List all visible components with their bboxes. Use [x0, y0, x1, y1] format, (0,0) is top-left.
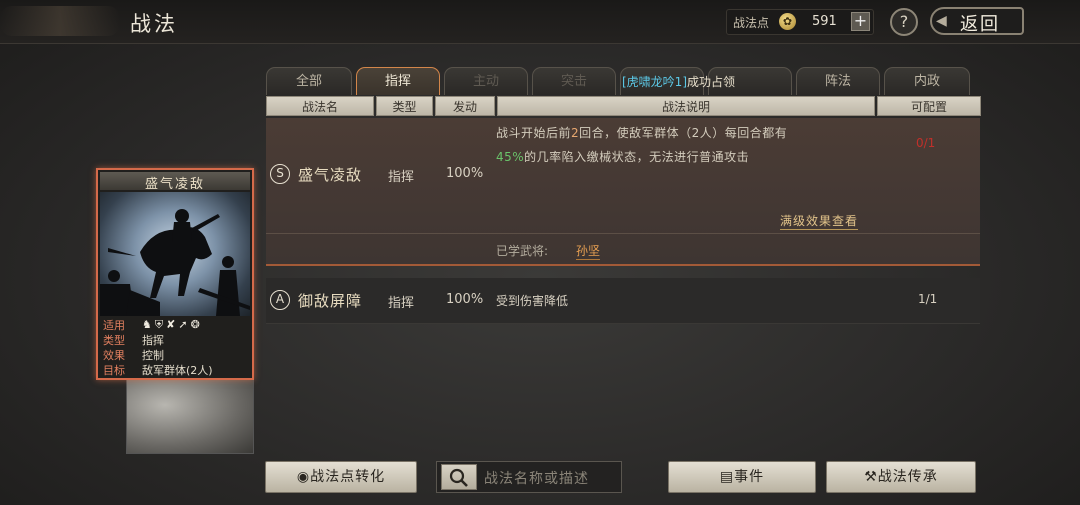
broadcast-alliance-name: [虎啸龙吟1] — [622, 75, 687, 89]
card-title: 盛气凌敌 — [144, 177, 205, 192]
cavalry-silhouette-art — [100, 209, 250, 316]
configurable-count: 1/1 — [918, 292, 938, 306]
learned-general-link[interactable]: 孙坚 — [576, 242, 601, 260]
search-button[interactable] — [441, 464, 477, 490]
convert-points-button[interactable]: ◉战法点转化 — [265, 461, 417, 493]
tab-internal-affairs[interactable]: 内政 — [884, 67, 970, 95]
card-info-type: 类型 指挥 — [103, 334, 164, 347]
help-button[interactable]: ? — [890, 8, 918, 36]
card-info-target: 目标 敌军群体(2人) — [103, 364, 213, 377]
skill-description: 受到伤害降低 — [496, 294, 569, 308]
back-arrow-icon: ◀ — [936, 13, 947, 29]
tab-assault[interactable]: 突击 — [532, 67, 616, 95]
inherit-skill-label: 战法传承 — [877, 469, 938, 485]
unit-type-icons: ♞⛨✘➚❂ — [142, 318, 203, 332]
column-header-configurable: 可配置 — [877, 96, 981, 116]
add-points-button[interactable]: + — [851, 12, 870, 31]
cavalry-icon: ♞ — [142, 318, 155, 331]
column-header-name: 战法名 — [266, 96, 374, 116]
skill-description: 战斗开始后前2回合，使敌军群体（2人）每回合都有 45%的几率陷入缴械状态，无法进… — [496, 126, 788, 164]
event-label: 事件 — [734, 469, 765, 485]
page-title: 战法 — [130, 12, 178, 36]
convert-points-label: 战法点转化 — [310, 469, 386, 485]
skill-name: 御敌屏障 — [298, 292, 363, 310]
tab-formation[interactable]: 阵法 — [796, 67, 880, 95]
skill-type: 指挥 — [388, 296, 415, 311]
title-brush-decoration — [0, 6, 120, 36]
skill-points-label: 战法点 — [733, 16, 770, 30]
spear-icon: ➚ — [178, 318, 191, 331]
search-icon — [449, 468, 468, 487]
back-button[interactable]: ◀ 返回 — [930, 7, 1024, 35]
shield-icon: ⛨ — [154, 318, 167, 331]
column-header-type: 类型 — [376, 96, 433, 116]
tab-active[interactable]: 主动 — [444, 67, 528, 95]
row-divider — [266, 233, 980, 234]
grade-a-badge: A — [270, 290, 290, 310]
broadcast-marquee: [虎啸龙吟1]成功占领 — [622, 73, 735, 90]
skill-trigger-rate: 100% — [446, 166, 484, 181]
grade-s-badge: S — [270, 164, 290, 184]
skill-type: 指挥 — [388, 170, 415, 185]
learned-generals-label: 已学武将: — [496, 244, 549, 258]
skill-name: 盛气凌敌 — [298, 166, 363, 184]
skill-row[interactable] — [266, 278, 980, 324]
skill-point-coin-icon: ✿ — [779, 13, 796, 30]
back-button-label: 返回 — [960, 14, 1000, 35]
tab-all[interactable]: 全部 — [266, 67, 352, 95]
tab-command[interactable]: 指挥 — [356, 67, 440, 95]
full-level-effect-link[interactable]: 满级效果查看 — [780, 212, 859, 230]
inherit-skill-button[interactable]: ⚒战法传承 — [826, 461, 976, 493]
skill-points-value: 591 — [812, 14, 837, 29]
bow-icon: ✘ — [166, 318, 179, 331]
hammer-icon: ⚒ — [864, 469, 878, 485]
flame-icon: ◉ — [296, 469, 311, 485]
column-header-description: 战法说明 — [497, 96, 875, 116]
wheel-icon: ❂ — [190, 318, 203, 331]
configurable-count: 0/1 — [916, 136, 936, 150]
skill-trigger-rate: 100% — [446, 292, 484, 307]
column-header-trigger: 发动 — [435, 96, 495, 116]
card-info-effect: 效果 控制 — [103, 349, 164, 362]
card-stack-back — [126, 372, 254, 454]
broadcast-text: 成功占领 — [687, 75, 736, 89]
card-illustration — [100, 192, 250, 316]
event-icon: ▤ — [719, 469, 735, 485]
search-placeholder: 战法名称或描述 — [484, 471, 589, 487]
event-button[interactable]: ▤事件 — [668, 461, 816, 493]
